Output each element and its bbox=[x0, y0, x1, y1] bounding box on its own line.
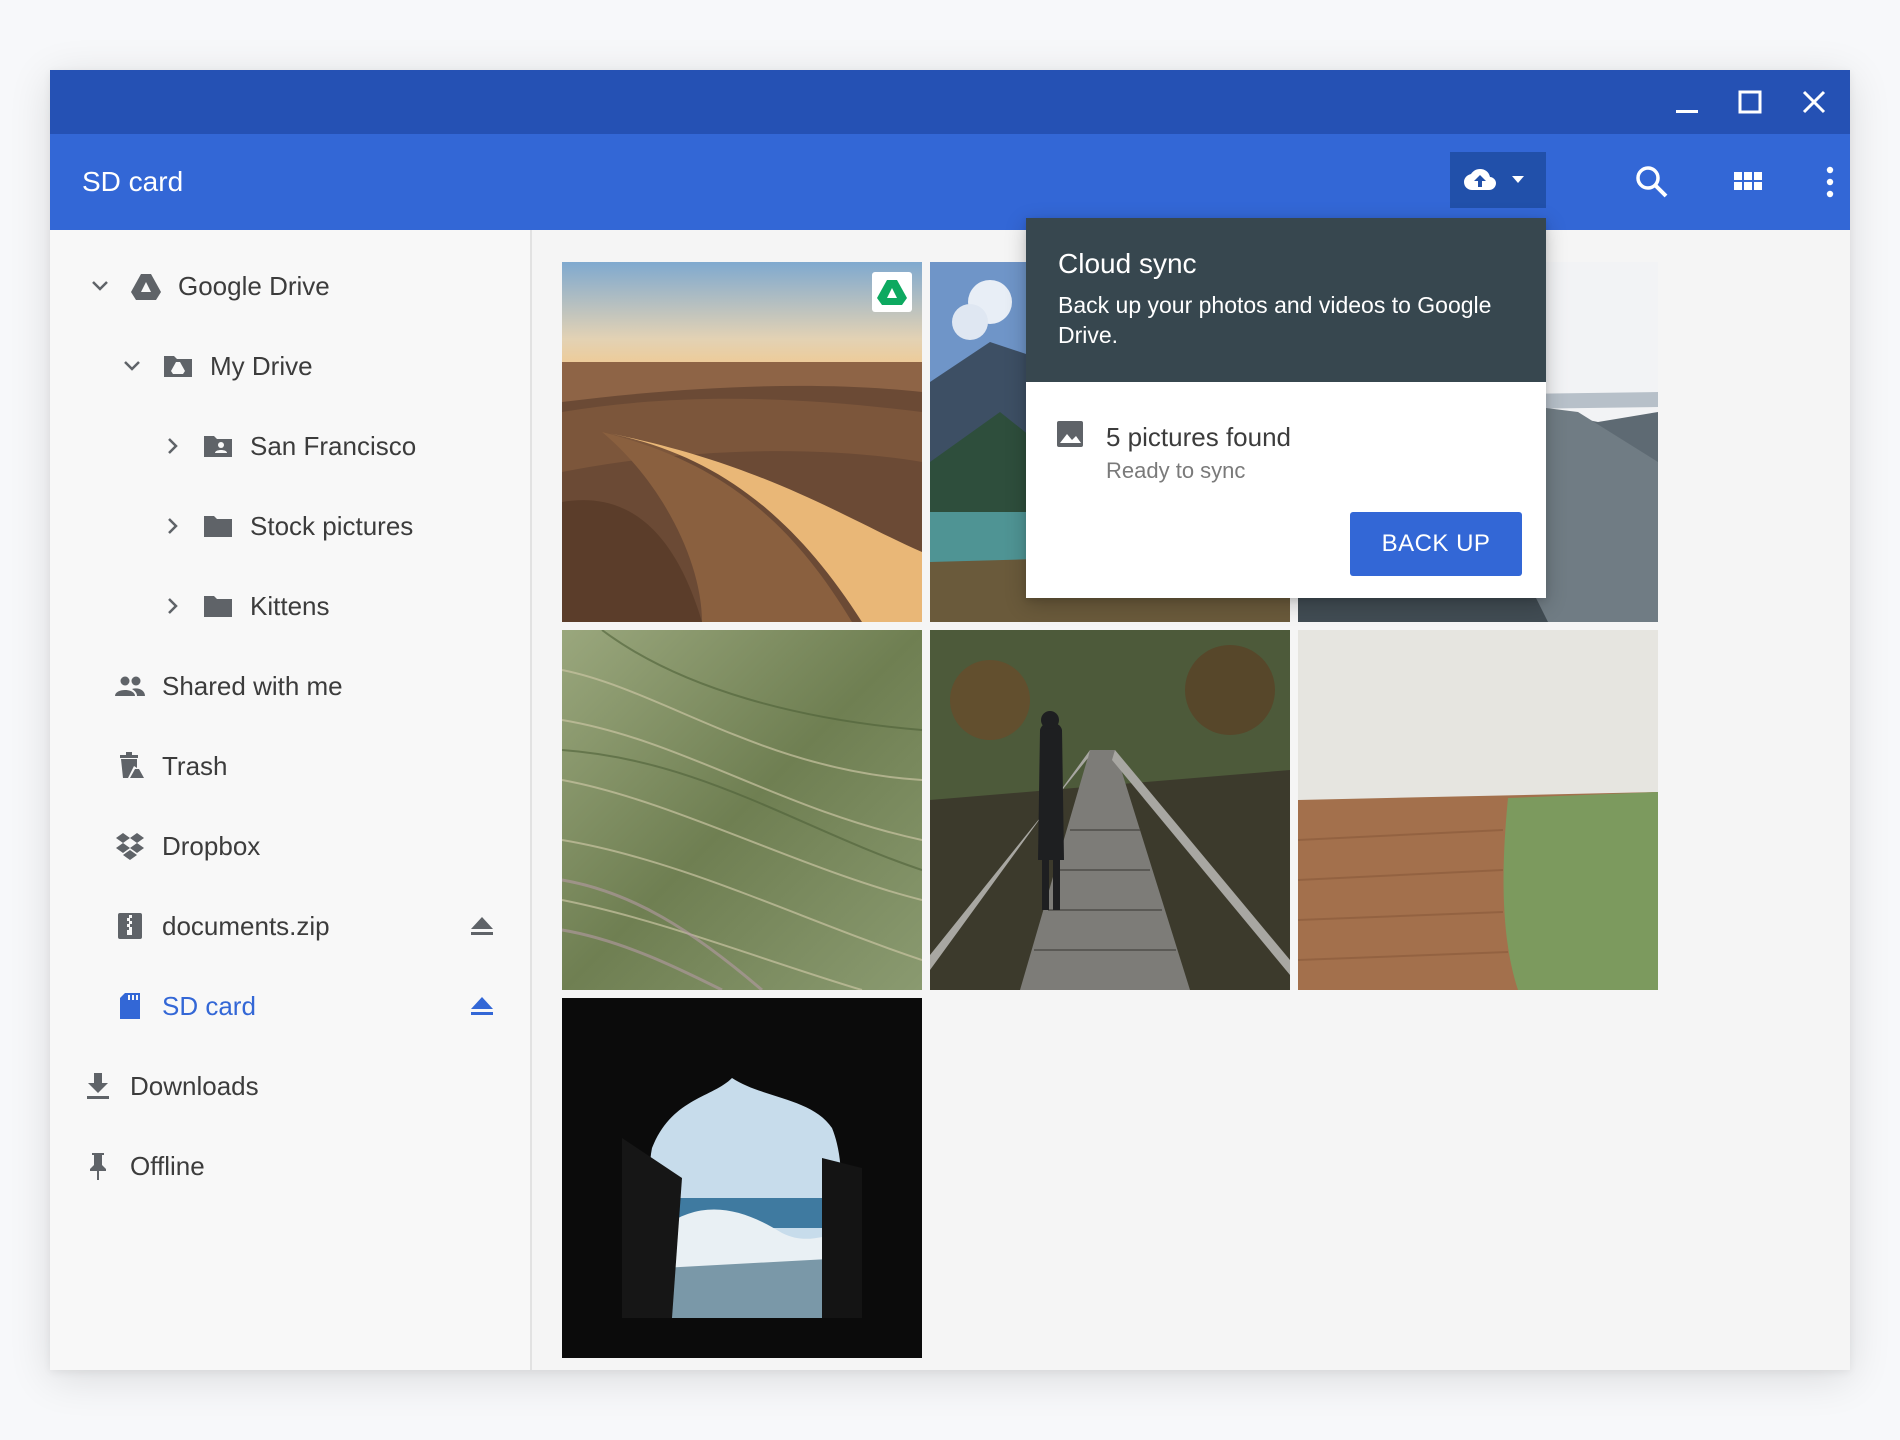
chevron-down-icon bbox=[124, 361, 140, 371]
grid-view-button[interactable] bbox=[1724, 158, 1772, 206]
sidebar-item-trash[interactable]: Trash bbox=[50, 734, 530, 798]
photo-thumbnail-field[interactable] bbox=[1298, 630, 1658, 990]
grid-view-icon bbox=[1734, 172, 1762, 190]
sync-status: 5 pictures found bbox=[1106, 422, 1292, 452]
download-icon bbox=[87, 1073, 109, 1099]
close-button[interactable] bbox=[1790, 78, 1838, 126]
people-icon bbox=[115, 676, 145, 696]
popup-description: Back up your photos and videos to Google… bbox=[1058, 292, 1492, 348]
zip-icon bbox=[118, 913, 142, 939]
sidebar-item-my-drive[interactable]: My Drive bbox=[50, 334, 530, 398]
sidebar-item-sd-card[interactable]: SD card bbox=[50, 974, 530, 1038]
sidebar-item-documents-zip[interactable]: documents.zip bbox=[50, 894, 530, 958]
cloud-sync-button[interactable] bbox=[1450, 152, 1546, 208]
search-button[interactable] bbox=[1628, 158, 1676, 206]
back-up-button[interactable]: BACK UP bbox=[1350, 512, 1522, 576]
chevron-right-icon bbox=[168, 518, 178, 534]
search-icon bbox=[1636, 166, 1668, 198]
sidebar-item-google-drive[interactable]: Google Drive bbox=[50, 254, 530, 318]
drive-folder-icon bbox=[164, 356, 192, 377]
photo-thumbnail-sea-cave[interactable] bbox=[562, 998, 922, 1358]
sidebar-item-downloads[interactable]: Downloads bbox=[50, 1054, 530, 1118]
desert-image bbox=[562, 262, 922, 622]
close-icon bbox=[1802, 90, 1826, 114]
app-toolbar: SD card bbox=[50, 134, 1850, 230]
chevron-down-icon bbox=[1512, 176, 1524, 183]
maximize-button[interactable] bbox=[1726, 78, 1774, 126]
cloud-sync-popup: Cloud sync Back up your photos and video… bbox=[1026, 218, 1546, 598]
grass-image bbox=[562, 630, 922, 990]
sidebar-item-kittens[interactable]: Kittens bbox=[50, 574, 530, 638]
folder-icon bbox=[204, 596, 232, 617]
folder-icon bbox=[204, 516, 232, 537]
file-manager-window: SD card Google Drive My Drive San Franci… bbox=[50, 70, 1850, 1370]
minimize-icon bbox=[1676, 110, 1698, 113]
photo-thumbnail-bridge[interactable] bbox=[930, 630, 1290, 990]
sidebar-nav: Google Drive My Drive San Francisco Stoc… bbox=[50, 230, 532, 1370]
trash-icon bbox=[120, 752, 144, 778]
photo-thumbnail-grass[interactable] bbox=[562, 630, 922, 990]
sidebar-item-dropbox[interactable]: Dropbox bbox=[50, 814, 530, 878]
sidebar-item-stock-pictures[interactable]: Stock pictures bbox=[50, 494, 530, 558]
popup-title: Cloud sync bbox=[1058, 248, 1197, 279]
drive-synced-badge bbox=[872, 272, 912, 312]
pin-icon bbox=[90, 1153, 106, 1180]
maximize-icon bbox=[1738, 90, 1762, 114]
google-drive-icon bbox=[877, 280, 907, 305]
page-title: SD card bbox=[82, 166, 184, 197]
sd-card-icon bbox=[120, 993, 140, 1019]
sidebar-item-shared-with-me[interactable]: Shared with me bbox=[50, 654, 530, 718]
dropbox-icon bbox=[116, 833, 144, 860]
bridge-image bbox=[930, 630, 1290, 990]
sea-cave-image bbox=[562, 998, 922, 1358]
google-drive-icon bbox=[131, 274, 161, 300]
sidebar-item-offline[interactable]: Offline bbox=[50, 1134, 530, 1198]
sidebar-item-san-francisco[interactable]: San Francisco bbox=[50, 414, 530, 478]
chevron-right-icon bbox=[168, 598, 178, 614]
chevron-right-icon bbox=[168, 438, 178, 454]
more-options-button[interactable] bbox=[1810, 158, 1850, 206]
field-image bbox=[1298, 630, 1658, 990]
minimize-button[interactable] bbox=[1662, 78, 1710, 126]
eject-icon[interactable] bbox=[468, 912, 496, 940]
eject-icon[interactable] bbox=[468, 992, 496, 1020]
popup-header: Cloud sync Back up your photos and video… bbox=[1026, 218, 1546, 382]
cloud-upload-icon bbox=[1464, 169, 1496, 190]
image-icon bbox=[1057, 421, 1083, 447]
shared-folder-icon bbox=[204, 436, 232, 457]
window-titlebar bbox=[50, 70, 1850, 134]
more-vert-icon bbox=[1826, 166, 1834, 198]
sync-substatus: Ready to sync bbox=[1106, 458, 1246, 483]
chevron-down-icon bbox=[92, 281, 108, 291]
photo-thumbnail-desert[interactable] bbox=[562, 262, 922, 622]
